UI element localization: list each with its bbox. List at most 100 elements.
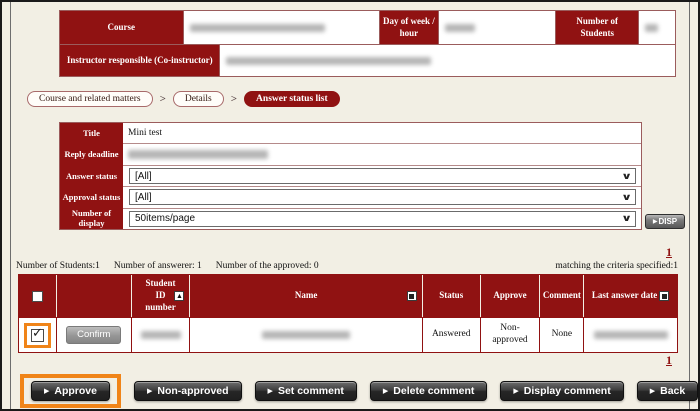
approved-count: Number of the approved: 0 xyxy=(216,261,319,271)
comment-header-cell: Comment xyxy=(540,275,584,317)
row-checkbox[interactable]: ✓ xyxy=(31,329,44,342)
number-of-students-value xyxy=(638,11,675,44)
title-value: Mini test xyxy=(128,128,162,138)
redacted-students-value xyxy=(645,24,658,32)
breadcrumb-course-related-matters[interactable]: Course and related matters xyxy=(27,91,153,107)
matching-count: matching the criteria specified:1 xyxy=(555,261,678,271)
select-all-checkbox[interactable] xyxy=(32,291,43,302)
select-all-header-cell xyxy=(19,275,57,317)
answer-status-select[interactable]: [All] ∨ xyxy=(129,168,636,184)
sort-square-glyph xyxy=(662,294,667,299)
chevron-right-icon: > xyxy=(231,93,237,105)
name-header-cell: Name xyxy=(190,275,422,317)
answer-status-selected: [All] xyxy=(135,171,152,182)
disp-button[interactable]: ▶ DISP xyxy=(645,214,685,229)
page-number-link-top[interactable]: 1 xyxy=(666,245,672,260)
play-arrow-icon: ▶ xyxy=(383,387,388,395)
reply-deadline-row xyxy=(123,144,641,165)
last-answer-date-header-cell: Last answer date xyxy=(584,275,677,317)
approval-status-row: [All] ∨ xyxy=(123,187,641,208)
course-info-table: Course Day of week / hour Number of Stud… xyxy=(59,10,676,77)
non-approved-button[interactable]: ▶ Non-approved xyxy=(134,381,242,401)
sort-ascending-icon[interactable]: ▲ xyxy=(174,291,184,301)
number-of-display-label: Number of display xyxy=(60,208,123,229)
confirm-header-cell xyxy=(57,275,132,317)
comment-cell: None xyxy=(540,318,584,352)
redacted-student-id xyxy=(141,331,181,339)
status-header-cell: Status xyxy=(423,275,481,317)
redacted-day-value xyxy=(445,24,475,32)
approval-status-select[interactable]: [All] ∨ xyxy=(129,189,636,205)
filter-value-column: Mini test [All] ∨ [All] ∨ 50items/page ∨ xyxy=(123,123,641,229)
set-comment-button[interactable]: ▶ Set comment xyxy=(255,381,357,401)
back-button[interactable]: ▶ Back xyxy=(637,381,699,401)
content-frame-left-border xyxy=(10,2,11,409)
non-approved-button-label: Non-approved xyxy=(157,385,228,397)
course-label: Course xyxy=(60,11,183,44)
row-select-cell: ✓ xyxy=(19,318,57,352)
last-answer-date-header-label: Last answer date xyxy=(592,290,657,302)
day-of-week-label: Day of week / hour xyxy=(379,11,438,44)
play-arrow-icon: ▶ xyxy=(268,387,273,395)
number-of-display-selected: 50items/page xyxy=(135,213,195,224)
action-button-bar: ▶ Approve ▶ Non-approved ▶ Set comment ▶… xyxy=(20,374,698,408)
breadcrumb: Course and related matters > Details > A… xyxy=(27,91,340,107)
checkmark-icon: ✓ xyxy=(32,326,43,342)
play-arrow-icon: ▶ xyxy=(147,387,152,395)
approval-status-selected: [All] xyxy=(135,192,152,203)
students-count: Number of Students:1 xyxy=(16,261,100,271)
answerer-count: Number of answerer: 1 xyxy=(114,261,202,271)
course-info-row-1: Course Day of week / hour Number of Stud… xyxy=(60,11,675,44)
chevron-down-icon: ∨ xyxy=(621,213,632,224)
answer-status-table: Student ID number ▲ Name Status Approve … xyxy=(18,274,678,353)
course-info-row-2: Instructor responsible (Co-instructor) xyxy=(60,44,675,76)
student-id-cell xyxy=(132,318,191,352)
table-row: ✓ Confirm Answered Non-approved None xyxy=(19,317,677,352)
filter-label-column: Title Reply deadline Answer status Appro… xyxy=(60,123,123,229)
day-of-week-value xyxy=(438,11,556,44)
confirm-cell: Confirm xyxy=(57,318,132,352)
summary-line: Number of Students:1 Number of answerer:… xyxy=(16,261,678,271)
redacted-last-answer-date xyxy=(594,331,668,339)
title-row: Mini test xyxy=(123,123,641,144)
sort-toggle-icon[interactable] xyxy=(407,291,417,301)
redacted-name xyxy=(262,331,350,339)
breadcrumb-details[interactable]: Details xyxy=(173,91,224,107)
approve-value: Non-approved xyxy=(487,323,533,347)
title-label: Title xyxy=(60,123,123,144)
number-of-students-label: Number of Students xyxy=(555,11,638,44)
disp-button-label: DISP xyxy=(658,217,677,226)
number-of-display-row: 50items/page ∨ xyxy=(123,209,641,229)
breadcrumb-answer-status-list: Answer status list xyxy=(244,91,340,107)
answer-status-row: [All] ∨ xyxy=(123,166,641,187)
set-comment-button-label: Set comment xyxy=(278,385,344,397)
answer-status-label: Answer status xyxy=(60,165,123,186)
filter-form: Title Reply deadline Answer status Appro… xyxy=(59,122,642,230)
page-number-link-bottom[interactable]: 1 xyxy=(666,353,672,368)
display-comment-button-label: Display comment xyxy=(524,385,611,397)
name-cell xyxy=(190,318,422,352)
chevron-down-icon: ∨ xyxy=(621,192,632,203)
approve-cell: Non-approved xyxy=(481,318,541,352)
table-header-row: Student ID number ▲ Name Status Approve … xyxy=(19,275,677,317)
approve-button[interactable]: ▶ Approve xyxy=(31,381,110,401)
display-comment-button[interactable]: ▶ Display comment xyxy=(500,381,623,401)
redacted-instructor-value xyxy=(226,57,431,65)
delete-comment-button-label: Delete comment xyxy=(393,385,474,397)
content-frame-right-border xyxy=(689,2,690,409)
confirm-button[interactable]: Confirm xyxy=(66,326,121,344)
reply-deadline-label: Reply deadline xyxy=(60,144,123,165)
play-arrow-icon: ▶ xyxy=(653,218,658,225)
name-header-label: Name xyxy=(295,290,318,302)
last-answer-date-cell xyxy=(584,318,677,352)
annotation-highlight-box: ✓ xyxy=(24,323,51,348)
sort-square-glyph xyxy=(409,294,414,299)
sort-toggle-icon[interactable] xyxy=(659,291,669,301)
delete-comment-button[interactable]: ▶ Delete comment xyxy=(370,381,488,401)
play-arrow-icon: ▶ xyxy=(513,387,518,395)
back-button-label: Back xyxy=(660,385,685,397)
approval-status-label: Approval status xyxy=(60,187,123,208)
number-of-display-select[interactable]: 50items/page ∨ xyxy=(129,211,636,227)
annotation-highlight-box: ▶ Approve xyxy=(20,374,121,408)
course-value xyxy=(183,11,379,44)
